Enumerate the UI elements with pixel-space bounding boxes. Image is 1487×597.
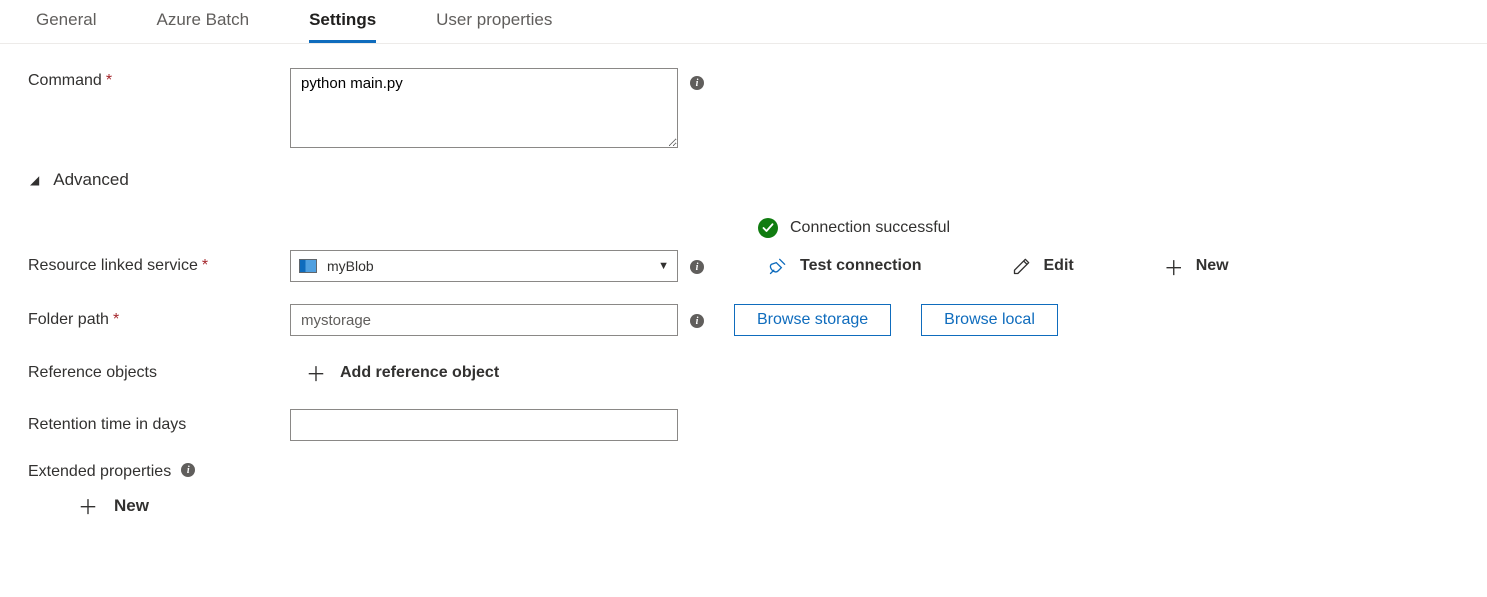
command-label: Command*: [28, 68, 290, 90]
tab-general[interactable]: General: [36, 10, 96, 40]
settings-form: Command* python main.py i ◢ Advanced Con…: [0, 44, 1487, 520]
pencil-icon: [1012, 256, 1032, 276]
info-icon[interactable]: i: [690, 314, 704, 328]
edit-button[interactable]: Edit: [1012, 256, 1074, 276]
test-connection-button[interactable]: Test connection: [768, 256, 922, 276]
connection-status-text: Connection successful: [790, 219, 950, 237]
extended-properties-new-button[interactable]: ＋ New: [78, 491, 1487, 520]
command-input[interactable]: python main.py: [290, 68, 678, 148]
info-icon[interactable]: i: [690, 260, 704, 274]
info-icon[interactable]: i: [690, 76, 704, 90]
resource-linked-service-dropdown[interactable]: myBlob ▼: [290, 250, 678, 282]
plus-icon: ＋: [1164, 252, 1184, 281]
storage-icon: [299, 259, 317, 273]
tab-azure-batch[interactable]: Azure Batch: [156, 10, 249, 40]
info-icon[interactable]: i: [181, 463, 195, 477]
browse-storage-button[interactable]: Browse storage: [734, 304, 891, 336]
resource-linked-service-value: myBlob: [327, 258, 374, 274]
plug-icon: [768, 256, 788, 276]
connection-status: Connection successful: [758, 218, 1487, 238]
browse-local-button[interactable]: Browse local: [921, 304, 1058, 336]
extended-properties-label: Extended properties i: [28, 463, 290, 481]
collapse-icon: ◢: [30, 173, 39, 187]
new-button[interactable]: ＋ New: [1164, 252, 1229, 281]
folder-path-input[interactable]: [290, 304, 678, 336]
tab-bar: General Azure Batch Settings User proper…: [0, 0, 1487, 44]
chevron-down-icon: ▼: [658, 260, 669, 272]
reference-objects-label: Reference objects: [28, 364, 290, 382]
success-check-icon: [758, 218, 778, 238]
tab-user-properties[interactable]: User properties: [436, 10, 552, 40]
advanced-toggle[interactable]: ◢ Advanced: [30, 170, 1487, 190]
retention-label: Retention time in days: [28, 416, 290, 434]
plus-icon: ＋: [306, 358, 326, 387]
resource-linked-service-label: Resource linked service*: [28, 257, 290, 275]
add-reference-object-button[interactable]: ＋ Add reference object: [306, 358, 499, 387]
tab-settings[interactable]: Settings: [309, 10, 376, 43]
folder-path-label: Folder path*: [28, 311, 290, 329]
retention-input[interactable]: [290, 409, 678, 441]
plus-icon: ＋: [78, 491, 98, 520]
